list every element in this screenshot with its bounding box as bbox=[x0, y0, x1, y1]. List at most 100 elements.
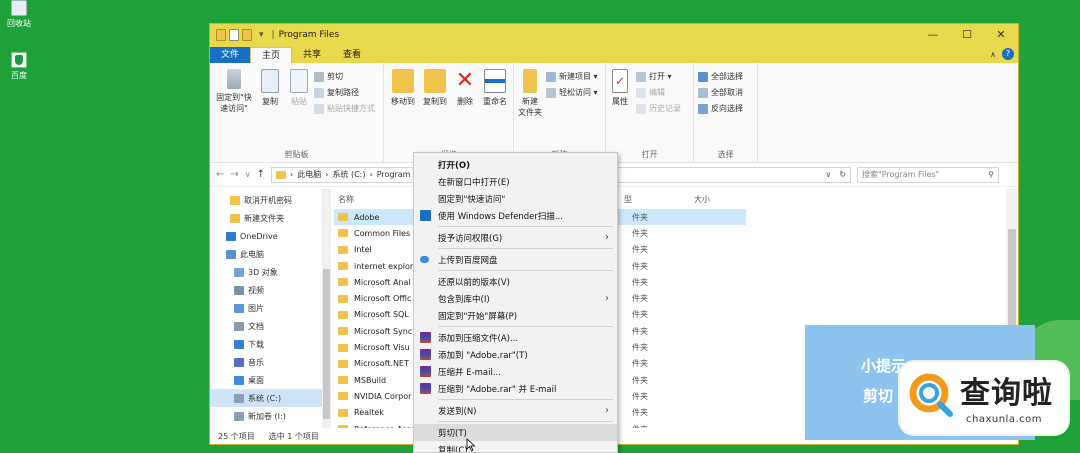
easy-access-icon bbox=[546, 87, 556, 98]
minimize-button[interactable]: — bbox=[916, 24, 950, 46]
nav-item-icon bbox=[226, 231, 236, 241]
forward-icon[interactable]: → bbox=[230, 169, 238, 180]
menu-item-label: 在新窗口中打开(E) bbox=[438, 177, 510, 188]
title-bar[interactable]: ▾ | Program Files — ☐ ✕ bbox=[210, 24, 1018, 46]
menu-item-open[interactable]: 打开(O) bbox=[414, 156, 617, 173]
copy-button[interactable]: 复制 bbox=[256, 69, 284, 107]
menu-item-zip-email[interactable]: 压缩并 E-mail... bbox=[414, 363, 617, 380]
menu-item-defender-scan[interactable]: 使用 Windows Defender扫描... bbox=[414, 207, 617, 224]
nav-item[interactable]: 此电脑 bbox=[210, 245, 322, 263]
nav-item[interactable]: 系统 (C:) bbox=[210, 389, 322, 407]
rename-button[interactable]: 重命名 bbox=[480, 69, 510, 107]
nav-item-label: 桌面 bbox=[248, 375, 264, 385]
select-none-button[interactable]: 全部取消 bbox=[698, 87, 743, 98]
nav-item[interactable]: 音乐 bbox=[210, 353, 322, 371]
open-button[interactable]: 打开 ▾ bbox=[636, 71, 672, 82]
properties-button[interactable]: ✓ 属性 bbox=[608, 69, 632, 107]
nav-item[interactable]: 取消开机密码 bbox=[210, 191, 322, 209]
move-to-button[interactable]: 移动到 bbox=[388, 69, 418, 107]
nav-scrollbar[interactable] bbox=[322, 189, 331, 428]
refresh-icon[interactable]: ↻ bbox=[839, 170, 846, 179]
nav-item-label: 文档 bbox=[248, 321, 264, 331]
tab-share[interactable]: 共享 bbox=[292, 47, 332, 63]
menu-item-give-access[interactable]: 授予访问权限(G) › bbox=[414, 229, 617, 246]
menu-item-pin-start[interactable]: 固定到"开始"屏幕(P) bbox=[414, 307, 617, 324]
menu-item-restore-versions[interactable]: 还原以前的版本(V) bbox=[414, 273, 617, 290]
breadcrumb-this-pc[interactable]: 此电脑 bbox=[297, 169, 321, 180]
menu-item-cut[interactable]: 剪切(T) bbox=[414, 424, 617, 441]
menu-item-send-to[interactable]: 发送到(N) › bbox=[414, 402, 617, 419]
menu-item-rar-email[interactable]: 压缩到 "Adobe.rar" 并 E-mail bbox=[414, 380, 617, 397]
nav-item-label: 取消开机密码 bbox=[244, 195, 292, 205]
menu-item-add-archive[interactable]: 添加到压缩文件(A)... bbox=[414, 329, 617, 346]
recent-locations-icon[interactable]: ∨ bbox=[245, 170, 251, 179]
nav-item[interactable]: 新建文件夹 bbox=[210, 209, 322, 227]
help-icon[interactable]: ? bbox=[1002, 48, 1014, 60]
menu-item-include-library[interactable]: 包含到库中(I) › bbox=[414, 290, 617, 307]
desktop-icon-baidu[interactable]: 百度 bbox=[4, 52, 34, 81]
nav-item[interactable]: 桌面 bbox=[210, 371, 322, 389]
properties-icon[interactable] bbox=[229, 29, 239, 41]
tab-file[interactable]: 文件 bbox=[210, 47, 251, 63]
select-all-button[interactable]: 全部选择 bbox=[698, 71, 743, 82]
delete-button[interactable]: ✕ 删除 bbox=[452, 69, 478, 107]
menu-separator bbox=[438, 226, 613, 227]
tab-view[interactable]: 查看 bbox=[332, 47, 372, 63]
menu-item-label: 使用 Windows Defender扫描... bbox=[438, 211, 563, 222]
edit-button[interactable]: 编辑 bbox=[636, 87, 665, 98]
new-folder-icon[interactable] bbox=[242, 29, 252, 41]
nav-item[interactable]: OneDrive bbox=[210, 227, 322, 245]
easy-access-button[interactable]: 轻松访问 ▾ bbox=[546, 87, 598, 98]
breadcrumb-drive-c[interactable]: 系统 (C:) bbox=[332, 169, 365, 180]
paste-button[interactable]: 粘贴 bbox=[286, 69, 312, 107]
file-list-scrollbar-thumb[interactable] bbox=[1008, 229, 1016, 329]
menu-item-label: 上传到百度网盘 bbox=[438, 255, 498, 266]
ribbon-group-select: 全部选择 全部取消 反向选择 选择 bbox=[694, 63, 758, 163]
winrar-icon bbox=[420, 332, 431, 343]
column-type[interactable]: 型 bbox=[624, 194, 694, 205]
nav-item-label: 下载 bbox=[248, 339, 264, 349]
copy-to-icon bbox=[424, 69, 446, 93]
tab-home[interactable]: 主页 bbox=[250, 47, 293, 63]
maximize-button[interactable]: ☐ bbox=[950, 24, 984, 46]
nav-item[interactable]: 新加卷 (I:) bbox=[210, 407, 322, 425]
cut-button[interactable]: 剪切 bbox=[314, 71, 343, 82]
close-button[interactable]: ✕ bbox=[984, 24, 1018, 46]
search-input[interactable]: 搜索"Program Files" ⚲ bbox=[857, 166, 1000, 183]
menu-item-baidu-upload[interactable]: 上传到百度网盘 bbox=[414, 251, 617, 268]
address-dropdown-icon[interactable]: ∨ bbox=[825, 170, 831, 179]
column-size[interactable]: 大小 bbox=[694, 194, 710, 205]
nav-item[interactable]: 3D 对象 bbox=[210, 263, 322, 281]
paste-shortcut-button[interactable]: 粘贴快捷方式 bbox=[314, 103, 375, 114]
menu-item-copy[interactable]: 复制(C) bbox=[414, 441, 617, 453]
menu-item-pin-quick-access[interactable]: 固定到"快速访问" bbox=[414, 190, 617, 207]
nav-scrollbar-thumb[interactable] bbox=[323, 269, 330, 419]
menu-item-add-rar[interactable]: 添加到 "Adobe.rar"(T) bbox=[414, 346, 617, 363]
invert-selection-label: 反向选择 bbox=[711, 104, 743, 113]
copy-path-button[interactable]: 复制路径 bbox=[314, 87, 359, 98]
pin-quick-access-button[interactable]: 固定到"快速访问" bbox=[214, 69, 254, 114]
file-type: 件夹 bbox=[632, 391, 648, 401]
search-placeholder: 搜索"Program Files" bbox=[862, 170, 940, 179]
desktop-icon-recycle-bin[interactable]: 回收站 bbox=[4, 0, 34, 29]
back-icon[interactable]: ← bbox=[216, 169, 224, 180]
ribbon-group-clipboard: 固定到"快速访问" 复制 粘贴 剪切 复制路径 粘贴快捷方式 剪贴板 bbox=[210, 63, 384, 163]
up-icon[interactable]: ↑ bbox=[257, 169, 265, 180]
brand-name: 查询啦 bbox=[960, 376, 1053, 411]
nav-item[interactable]: 文档 bbox=[210, 317, 322, 335]
folder-icon bbox=[338, 294, 348, 303]
customize-toolbar-icon[interactable]: ▾ bbox=[259, 30, 264, 40]
collapse-ribbon-icon[interactable]: ∧ bbox=[990, 50, 996, 59]
invert-selection-button[interactable]: 反向选择 bbox=[698, 103, 743, 114]
nav-item[interactable]: 下载 bbox=[210, 335, 322, 353]
submenu-arrow-icon: › bbox=[605, 232, 609, 243]
nav-item[interactable]: 视频 bbox=[210, 281, 322, 299]
nav-item[interactable]: 图片 bbox=[210, 299, 322, 317]
rename-label: 重命名 bbox=[483, 97, 507, 106]
new-item-button[interactable]: 新建项目 ▾ bbox=[546, 71, 598, 82]
history-button[interactable]: 历史记录 bbox=[636, 103, 681, 114]
new-folder-button[interactable]: 新建 文件夹 bbox=[516, 69, 544, 118]
copy-to-button[interactable]: 复制到 bbox=[420, 69, 450, 107]
file-type: 件夹 bbox=[632, 375, 648, 385]
menu-item-open-new-window[interactable]: 在新窗口中打开(E) bbox=[414, 173, 617, 190]
